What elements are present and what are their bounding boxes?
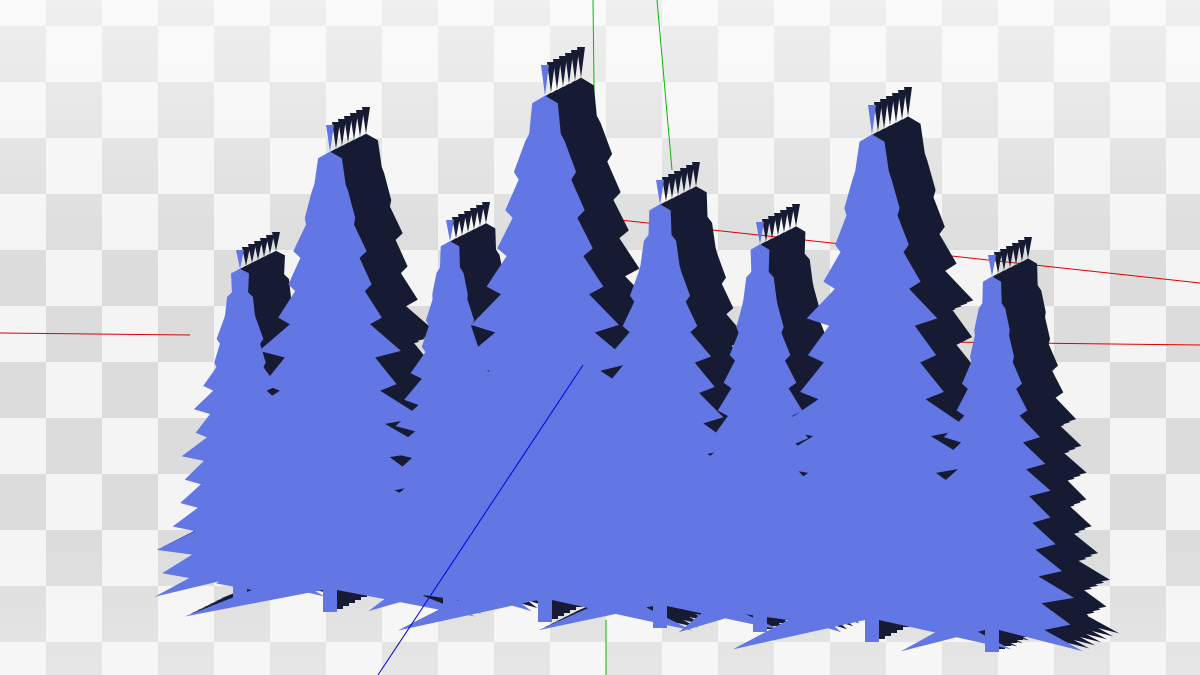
x-axis-line: [0, 332, 191, 336]
y-axis-line: [656, 0, 673, 171]
3d-viewport[interactable]: [0, 0, 1200, 675]
scene-canvas[interactable]: [0, 0, 1200, 675]
